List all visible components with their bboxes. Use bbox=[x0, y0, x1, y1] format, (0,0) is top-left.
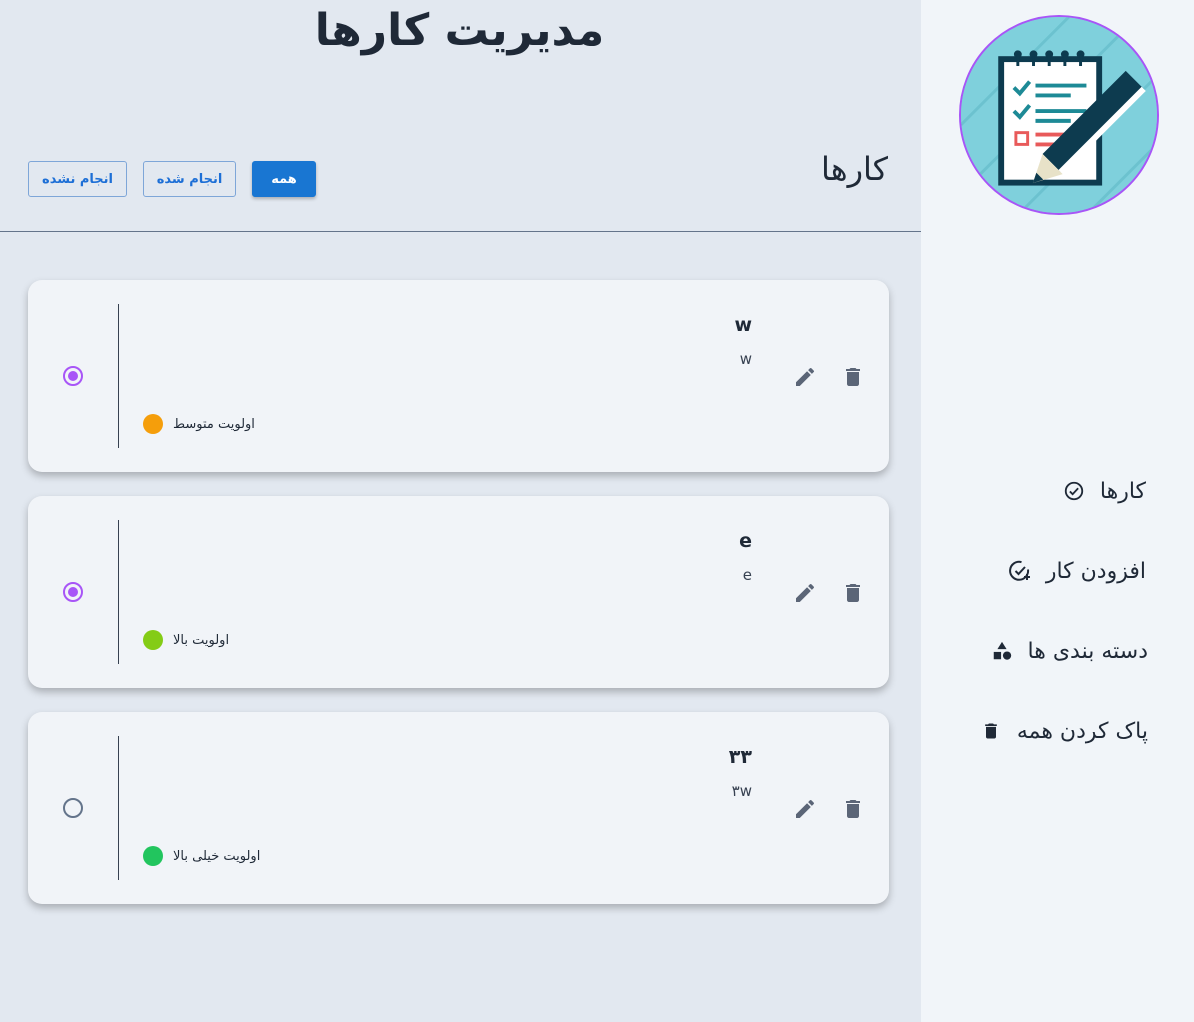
task-title: ۳۳ bbox=[728, 746, 752, 768]
filter-all-button[interactable]: همه bbox=[252, 161, 316, 197]
task-title: e bbox=[739, 530, 752, 552]
priority-dot-icon bbox=[143, 846, 163, 866]
edit-icon[interactable] bbox=[793, 365, 817, 389]
shapes-icon bbox=[990, 639, 1014, 663]
sidebar-item-label: دسته بندی ها bbox=[1027, 638, 1148, 664]
filter-done-button[interactable]: انجام شده bbox=[143, 161, 236, 197]
add-task-icon bbox=[1008, 559, 1032, 583]
task-card: اولویت متوسط w w bbox=[28, 280, 889, 472]
delete-icon[interactable] bbox=[841, 797, 865, 821]
task-title: w bbox=[734, 314, 752, 336]
card-divider bbox=[118, 736, 119, 880]
task-status-radio[interactable] bbox=[63, 798, 83, 818]
section-title: کارها bbox=[820, 150, 888, 188]
sidebar-item-add-task[interactable]: افزودن کار bbox=[1008, 546, 1146, 596]
edit-icon[interactable] bbox=[793, 581, 817, 605]
priority-label: اولویت متوسط bbox=[173, 416, 255, 432]
priority-badge: اولویت خیلی بالا bbox=[143, 846, 260, 866]
card-divider bbox=[118, 520, 119, 664]
header-divider bbox=[0, 231, 921, 232]
notepad-logo-icon bbox=[961, 17, 1157, 213]
check-circle-icon bbox=[1062, 479, 1086, 503]
card-divider bbox=[118, 304, 119, 448]
app-logo bbox=[959, 15, 1159, 215]
task-card: اولویت بالا e e bbox=[28, 496, 889, 688]
page-title: مدیریت کارها bbox=[314, 5, 605, 56]
delete-icon[interactable] bbox=[841, 365, 865, 389]
task-status-radio[interactable] bbox=[63, 366, 83, 386]
trash-icon bbox=[979, 719, 1003, 743]
edit-icon[interactable] bbox=[793, 797, 817, 821]
priority-label: اولویت بالا bbox=[173, 632, 230, 648]
filter-not-done-button[interactable]: انجام نشده bbox=[28, 161, 127, 197]
priority-label: اولویت خیلی بالا bbox=[173, 848, 261, 864]
delete-icon[interactable] bbox=[841, 581, 865, 605]
sidebar-item-label: کارها bbox=[1099, 478, 1146, 504]
sidebar-item-label: افزودن کار bbox=[1045, 558, 1146, 584]
task-card: اولویت خیلی بالا ۳۳ ۳w bbox=[28, 712, 889, 904]
sidebar-item-tasks[interactable]: کارها bbox=[1062, 466, 1146, 516]
priority-dot-icon bbox=[143, 630, 163, 650]
task-description: ۳w bbox=[731, 782, 752, 800]
priority-badge: اولویت بالا bbox=[143, 630, 229, 650]
task-status-radio[interactable] bbox=[63, 582, 83, 602]
task-description: e bbox=[742, 566, 752, 584]
priority-badge: اولویت متوسط bbox=[143, 414, 255, 434]
sidebar-item-clear-all[interactable]: پاک کردن همه bbox=[979, 706, 1148, 756]
sidebar: کارها افزودن کار دسته بندی ها پاک کردن ه… bbox=[921, 0, 1194, 1022]
sidebar-item-categories[interactable]: دسته بندی ها bbox=[990, 626, 1148, 676]
task-description: w bbox=[739, 350, 752, 368]
priority-dot-icon bbox=[143, 414, 163, 434]
sidebar-item-label: پاک کردن همه bbox=[1016, 718, 1148, 744]
